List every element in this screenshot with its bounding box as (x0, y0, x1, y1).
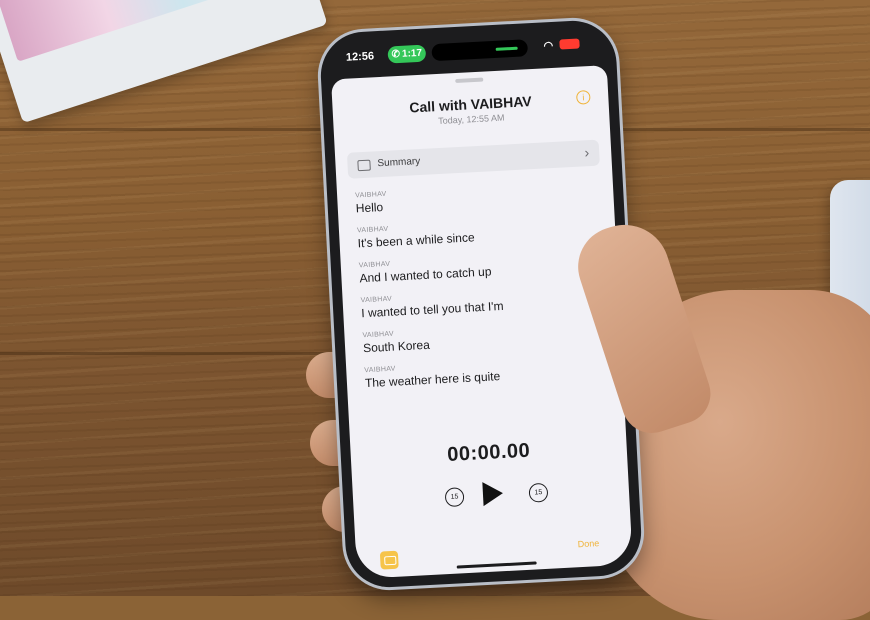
skip-back-15-icon[interactable]: 15 (444, 487, 465, 508)
transcript-text: South Korea (362, 337, 431, 356)
keyboard-keys (0, 0, 256, 62)
transcript-line: VAIBHAV I wanted to tell you that I'm (360, 290, 503, 321)
status-time: 12:56 (345, 50, 375, 64)
sheet-grabber[interactable] (455, 77, 484, 84)
audio-waveform-icon (495, 46, 518, 51)
call-transcript-sheet: Call with VAIBHAV Today, 12:55 AM i Summ… (331, 65, 633, 579)
skip-forward-15-icon[interactable]: 15 (528, 482, 549, 503)
chevron-right-icon: › (584, 144, 590, 161)
call-duration: 1:17 (401, 47, 423, 60)
transcript-line: VAIBHAV It's been a while since (357, 221, 475, 251)
transcript-line: VAIBHAV Hello (355, 191, 388, 216)
playback-timer: 00:00.00 (446, 439, 531, 466)
summary-icon (357, 159, 371, 172)
battery-icon (559, 38, 580, 50)
transcript-text: Hello (355, 199, 384, 216)
transcript-line: VAIBHAV South Korea (362, 329, 431, 356)
status-bar: 12:56 ✆ 1:17 ◠ (337, 34, 598, 70)
dynamic-island[interactable] (431, 39, 529, 62)
transcript-line: VAIBHAV And I wanted to catch up (359, 255, 492, 286)
playback-controls: 15 15 (352, 473, 629, 517)
transcript-line: VAIBHAV The weather here is quite (364, 360, 500, 391)
active-call-pill[interactable]: ✆ 1:17 (387, 44, 427, 64)
phone-icon: ✆ (391, 48, 401, 61)
home-indicator[interactable] (456, 561, 537, 569)
play-icon[interactable] (482, 481, 504, 507)
summary-label: Summary (377, 155, 421, 170)
summary-button[interactable]: Summary › (346, 139, 600, 179)
done-button[interactable]: Done (577, 538, 599, 549)
transcript-icon[interactable] (379, 550, 399, 570)
wifi-icon: ◠ (543, 39, 554, 53)
speaker-name: VAIBHAV (354, 190, 387, 200)
